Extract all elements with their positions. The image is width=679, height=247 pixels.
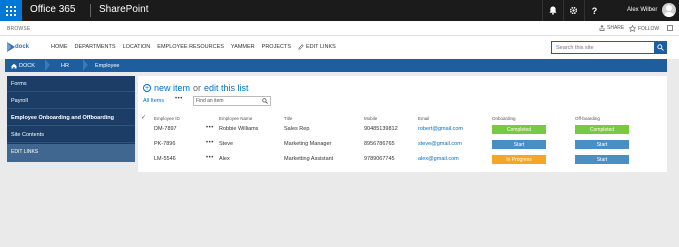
cell-employee-id[interactable]: PK-7896 — [154, 141, 175, 147]
sidebar-item-site-contents[interactable]: Site Contents — [7, 127, 135, 143]
cell-employee-name: Robbie Williams — [219, 126, 259, 132]
find-item-input[interactable]: Find an item — [193, 96, 271, 106]
office365-brand[interactable]: Office 365 — [30, 4, 75, 15]
site-logo[interactable]: dock — [6, 40, 38, 56]
cell-email-link[interactable]: robert@gmail.com — [418, 126, 463, 132]
column-header-email[interactable]: Email — [418, 116, 429, 121]
view-options-ellipsis-icon[interactable]: ••• — [175, 96, 183, 102]
share-button[interactable]: SHARE — [599, 25, 624, 31]
breadcrumb-separator — [45, 59, 50, 71]
follow-button[interactable]: FOLLOW — [629, 25, 659, 32]
follow-label: FOLLOW — [638, 25, 660, 32]
suite-bar: Office 365 SharePoint ? Alex Wilber — [0, 0, 679, 21]
divider — [90, 4, 91, 17]
ribbon-bar: BROWSE SHARE FOLLOW — [0, 21, 679, 36]
search-button[interactable] — [654, 41, 667, 54]
new-item-bar: + new item or edit this list — [143, 83, 249, 93]
nav-item-home[interactable]: HOME — [51, 44, 68, 50]
breadcrumb-separator — [83, 59, 88, 71]
cell-employee-id[interactable]: LM-5546 — [154, 156, 176, 162]
edit-links-label: EDIT LINKS — [306, 44, 336, 50]
select-all-checkmark-icon[interactable]: ✓ — [141, 114, 146, 121]
user-name[interactable]: Alex Wilber — [627, 7, 657, 13]
browse-tab[interactable]: BROWSE — [7, 26, 30, 32]
or-text: or — [193, 83, 202, 93]
breadcrumb: DOCK HR Employee — [5, 59, 667, 72]
notifications-bell-icon[interactable] — [542, 0, 562, 21]
column-header-onboarding[interactable]: Onboarding — [492, 116, 516, 121]
edit-list-link[interactable]: edit this list — [204, 83, 249, 93]
onboarding-status-button[interactable]: Start — [492, 140, 546, 149]
nav-item-yammer[interactable]: YAMMER — [231, 44, 255, 50]
nav-edit-links[interactable]: EDIT LINKS — [298, 44, 336, 50]
nav-item-location[interactable]: LOCATION — [123, 44, 151, 50]
cell-email-link[interactable]: alex@gmail.com — [418, 156, 459, 162]
nav-item-departments[interactable]: DEPARTMENTS — [75, 44, 116, 50]
cell-email-link[interactable]: steve@gmail.com — [418, 141, 462, 147]
app-name[interactable]: SharePoint — [99, 4, 148, 15]
onboarding-status-button[interactable]: In Progress — [492, 155, 546, 164]
cell-mobile: 8956786765 — [364, 141, 395, 147]
sidebar-item-forms[interactable]: Forms — [7, 76, 135, 92]
row-menu-ellipsis-icon[interactable]: ••• — [206, 140, 214, 146]
row-menu-ellipsis-icon[interactable]: ••• — [206, 155, 214, 161]
column-header-employee-id[interactable]: Employee ID — [154, 116, 180, 121]
new-item-link[interactable]: new item — [154, 83, 190, 93]
column-header-mobile[interactable]: Mobile — [364, 116, 377, 121]
cell-employee-name: Steve — [219, 141, 234, 147]
find-item-placeholder: Find an item — [196, 98, 224, 104]
offboarding-status-button[interactable]: Start — [575, 140, 629, 149]
app-launcher-icon[interactable] — [0, 0, 22, 21]
top-navigation: dock HOME DEPARTMENTS LOCATION EMPLOYEE … — [0, 36, 679, 59]
breadcrumb-employee: Employee — [95, 63, 120, 69]
column-header-employee-name[interactable]: Employee Name — [219, 116, 252, 121]
sidebar-edit-links[interactable]: EDIT LINKS — [7, 144, 135, 162]
nav-item-projects[interactable]: PROJECTS — [262, 44, 291, 50]
breadcrumb-home[interactable]: DOCK — [11, 63, 35, 69]
settings-gear-icon[interactable] — [563, 0, 583, 21]
sidebar-item-payroll[interactable]: Payroll — [7, 93, 135, 109]
logo-text: dock — [15, 44, 30, 50]
breadcrumb-hr[interactable]: HR — [61, 63, 69, 69]
focus-mode-icon[interactable] — [667, 25, 673, 31]
view-selector-all-items[interactable]: All Items — [143, 98, 164, 104]
help-icon[interactable]: ? — [584, 0, 604, 21]
global-nav-menu: HOME DEPARTMENTS LOCATION EMPLOYEE RESOU… — [51, 44, 336, 50]
search-icon[interactable] — [262, 98, 268, 104]
cell-title: Marketting Assistant — [284, 156, 334, 162]
share-icon — [599, 25, 605, 31]
search-icon — [657, 44, 664, 51]
row-menu-ellipsis-icon[interactable]: ••• — [206, 125, 214, 131]
pencil-icon — [298, 44, 304, 50]
avatar[interactable] — [662, 3, 676, 17]
site-search-input[interactable]: Search this site — [551, 41, 655, 54]
cell-mobile: 9789067745 — [364, 156, 395, 162]
breadcrumb-dock-label: DOCK — [19, 63, 35, 69]
cell-mobile: 90485139812 — [364, 126, 398, 132]
plus-icon[interactable]: + — [143, 84, 151, 92]
home-icon — [11, 63, 17, 69]
offboarding-status-button[interactable]: Completed — [575, 125, 629, 134]
quick-launch: Forms Payroll Employee Onboarding and Of… — [7, 76, 135, 162]
list-view: + new item or edit this list All Items •… — [138, 76, 667, 172]
onboarding-status-button[interactable]: Completed — [492, 125, 546, 134]
share-label: SHARE — [607, 25, 625, 31]
column-header-title[interactable]: Title — [284, 116, 292, 121]
cell-title: Sales Rep — [284, 126, 310, 132]
cell-title: Marketing Manager — [284, 141, 332, 147]
nav-item-employee-resources[interactable]: EMPLOYEE RESOURCES — [157, 44, 224, 50]
cell-employee-id[interactable]: DM-7897 — [154, 126, 177, 132]
star-icon — [629, 25, 636, 32]
sidebar-item-employee-onboarding[interactable]: Employee Onboarding and Offboarding — [7, 110, 135, 126]
column-header-offboarding[interactable]: Off-boarding — [575, 116, 600, 121]
offboarding-status-button[interactable]: Start — [575, 155, 629, 164]
cell-employee-name: Alex — [219, 156, 230, 162]
